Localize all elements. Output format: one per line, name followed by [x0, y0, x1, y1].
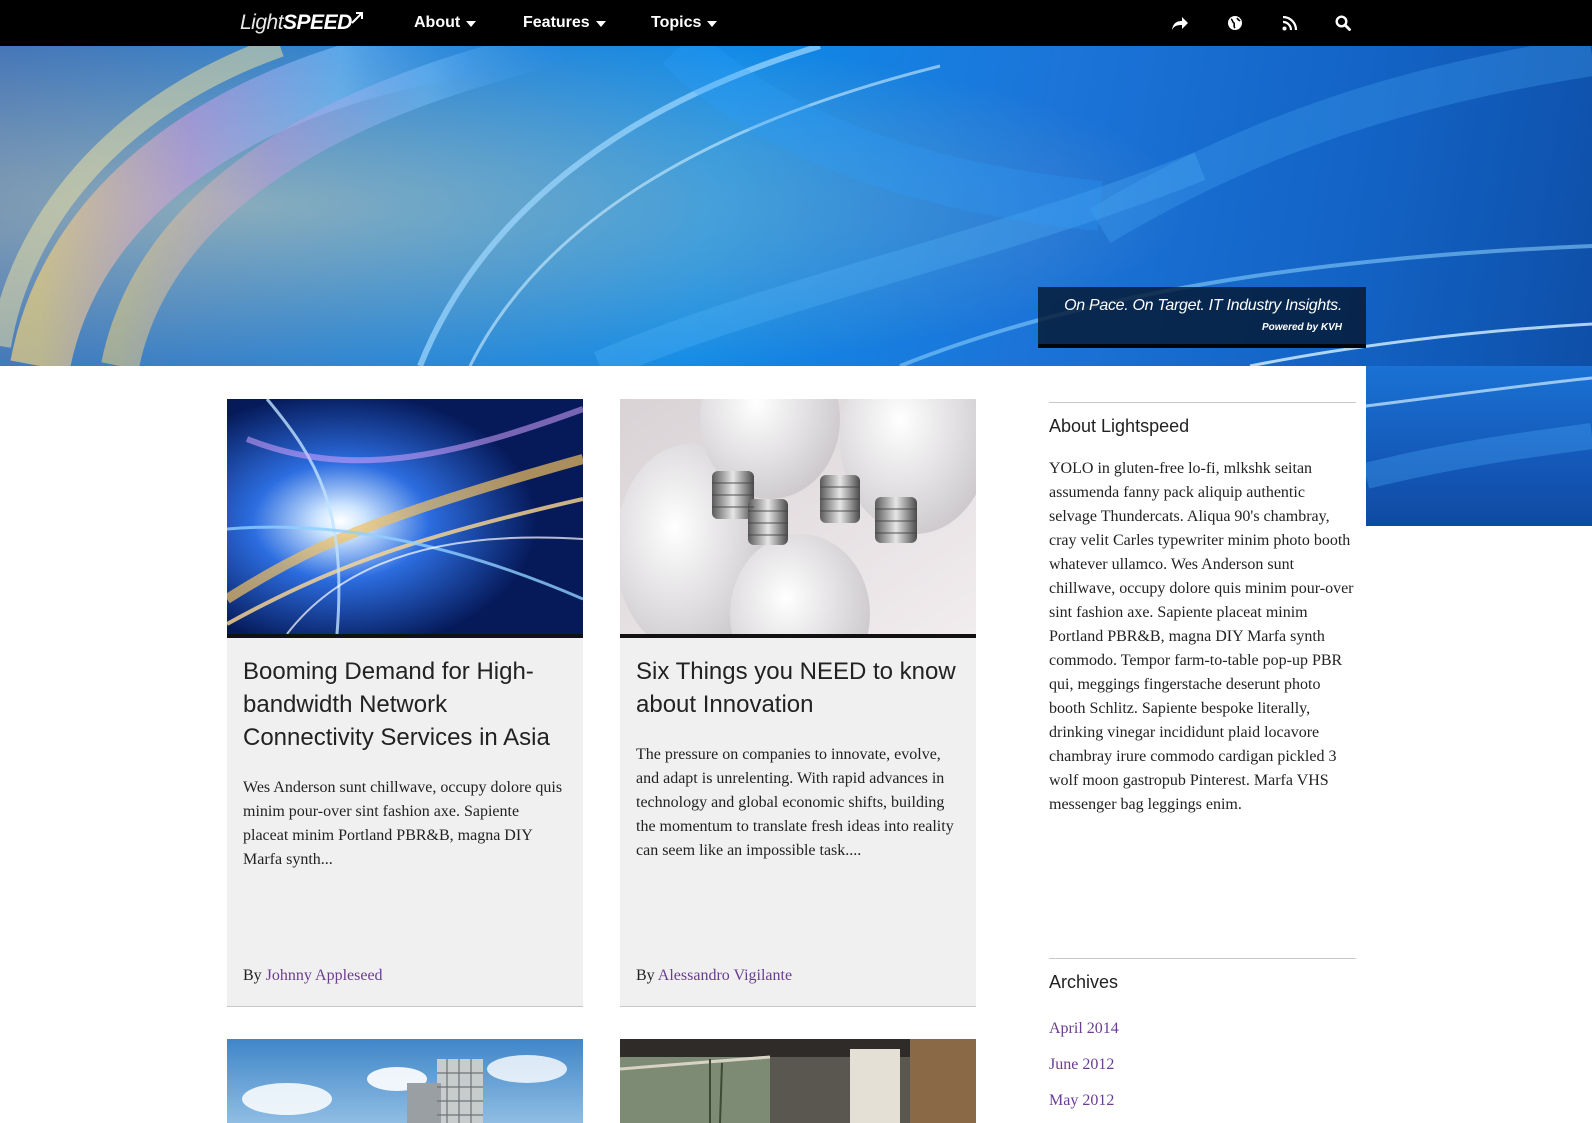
author-link[interactable]: Johnny Appleseed: [266, 967, 383, 984]
post-byline: By Johnny Appleseed: [243, 967, 383, 985]
caret-down-icon: [466, 20, 477, 27]
archive-link-june-2012[interactable]: June 2012: [1049, 1047, 1356, 1083]
thumb-divider: [620, 634, 976, 638]
about-widget-body: YOLO in gluten-free lo-fi, mlkshk seitan…: [1049, 460, 1354, 813]
about-widget-title: About Lightspeed: [1049, 416, 1190, 436]
post-thumbnail-light-streaks[interactable]: [227, 399, 583, 634]
post-card: Booming Demand for High-bandwidth Networ…: [227, 399, 583, 1007]
logo-speed-text: SPEED: [283, 11, 352, 34]
archives-widget: Archives April 2014 June 2012 May 2012: [1049, 958, 1356, 1119]
share-icon[interactable]: [1169, 12, 1191, 34]
nav-features[interactable]: Features: [523, 0, 606, 46]
archive-link-may-2012[interactable]: May 2012: [1049, 1083, 1356, 1119]
post-thumbnail-light-bulbs[interactable]: [620, 399, 976, 634]
byline-prefix: By: [243, 967, 262, 984]
post-thumbnail-building[interactable]: [227, 1039, 583, 1123]
archives-list: April 2014 June 2012 May 2012: [1049, 1011, 1356, 1119]
rss-icon[interactable]: [1278, 12, 1300, 34]
post-byline: By Alessandro Vigilante: [636, 967, 792, 985]
caret-down-icon: [707, 20, 718, 27]
nav-features-label: Features: [523, 14, 590, 31]
post-thumbnail-architecture[interactable]: [620, 1039, 976, 1123]
post-card: Six Things you NEED to know about Innova…: [620, 399, 976, 1007]
nav-about-label: About: [414, 14, 461, 31]
author-link[interactable]: Alessandro Vigilante: [658, 967, 792, 984]
post-excerpt: Wes Anderson sunt chillwave, occupy dolo…: [243, 779, 563, 868]
globe-icon[interactable]: [1224, 12, 1246, 34]
about-widget: About Lightspeed YOLO in gluten-free lo-…: [1049, 402, 1356, 817]
hero-banner-extension: [1366, 366, 1592, 526]
thumb-divider: [227, 634, 583, 638]
post-title[interactable]: Booming Demand for High-bandwidth Networ…: [243, 655, 573, 754]
tagline-text: On Pace. On Target. IT Industry Insights…: [1064, 297, 1342, 314]
hero-banner: On Pace. On Target. IT Industry Insights…: [0, 46, 1592, 366]
tagline-box: On Pace. On Target. IT Industry Insights…: [1038, 287, 1366, 348]
post-excerpt: The pressure on companies to innovate, e…: [636, 746, 954, 859]
byline-prefix: By: [636, 967, 655, 984]
site-logo[interactable]: Light SPEED: [240, 7, 364, 39]
nav-about[interactable]: About: [414, 0, 477, 46]
logo-arrow-icon: [351, 12, 363, 24]
powered-by-text: Powered by KVH: [1261, 322, 1342, 333]
nav-topics-label: Topics: [651, 14, 702, 31]
archives-widget-title: Archives: [1049, 972, 1119, 992]
search-icon[interactable]: [1332, 12, 1354, 34]
nav-topics[interactable]: Topics: [651, 0, 718, 46]
post-title[interactable]: Six Things you NEED to know about Innova…: [636, 655, 966, 721]
logo-light-text: Light: [240, 11, 284, 34]
archive-link-april-2014[interactable]: April 2014: [1049, 1011, 1356, 1047]
caret-down-icon: [595, 20, 606, 27]
top-nav-bar: Light SPEED About Features Topics: [0, 0, 1592, 46]
